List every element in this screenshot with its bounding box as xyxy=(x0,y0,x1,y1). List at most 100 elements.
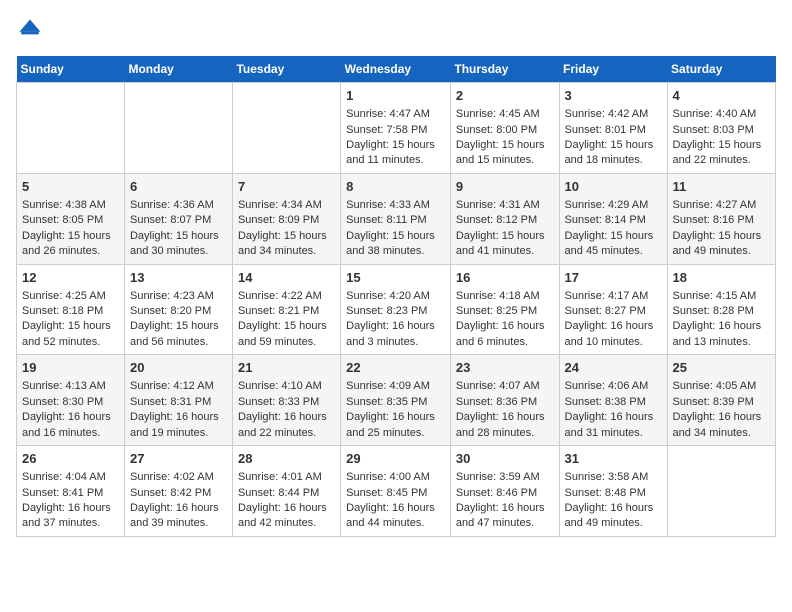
day-info: Sunrise: 4:10 AM xyxy=(238,379,335,394)
calendar-cell: 6Sunrise: 4:36 AMSunset: 8:07 PMDaylight… xyxy=(124,173,232,264)
day-info: Sunset: 8:44 PM xyxy=(238,486,335,501)
calendar-cell: 14Sunrise: 4:22 AMSunset: 8:21 PMDayligh… xyxy=(232,264,340,355)
day-info: Sunset: 8:14 PM xyxy=(565,213,662,228)
calendar-cell: 19Sunrise: 4:13 AMSunset: 8:30 PMDayligh… xyxy=(17,355,125,446)
day-info: Sunrise: 4:20 AM xyxy=(346,289,445,304)
day-number: 28 xyxy=(238,450,335,468)
calendar-cell: 16Sunrise: 4:18 AMSunset: 8:25 PMDayligh… xyxy=(450,264,559,355)
day-info: Sunrise: 4:07 AM xyxy=(456,379,554,394)
day-info: Daylight: 16 hours and 37 minutes. xyxy=(22,501,119,532)
calendar-week-1: 1Sunrise: 4:47 AMSunset: 7:58 PMDaylight… xyxy=(17,83,776,174)
day-info: Sunrise: 4:13 AM xyxy=(22,379,119,394)
day-info: Sunset: 8:38 PM xyxy=(565,395,662,410)
day-number: 3 xyxy=(565,87,662,105)
day-info: Sunset: 8:48 PM xyxy=(565,486,662,501)
calendar-cell: 2Sunrise: 4:45 AMSunset: 8:00 PMDaylight… xyxy=(450,83,559,174)
day-info: Sunrise: 4:36 AM xyxy=(130,198,227,213)
day-number: 31 xyxy=(565,450,662,468)
day-info: Sunset: 8:27 PM xyxy=(565,304,662,319)
day-header-friday: Friday xyxy=(559,56,667,83)
day-info: Sunrise: 4:45 AM xyxy=(456,107,554,122)
calendar-cell xyxy=(667,446,775,537)
day-info: Daylight: 15 hours and 52 minutes. xyxy=(22,319,119,350)
day-info: Daylight: 16 hours and 47 minutes. xyxy=(456,501,554,532)
calendar-cell: 13Sunrise: 4:23 AMSunset: 8:20 PMDayligh… xyxy=(124,264,232,355)
logo xyxy=(16,16,48,44)
day-number: 18 xyxy=(673,269,770,287)
day-number: 17 xyxy=(565,269,662,287)
day-number: 10 xyxy=(565,178,662,196)
day-number: 11 xyxy=(673,178,770,196)
day-info: Sunrise: 4:29 AM xyxy=(565,198,662,213)
calendar-cell: 18Sunrise: 4:15 AMSunset: 8:28 PMDayligh… xyxy=(667,264,775,355)
calendar-table: SundayMondayTuesdayWednesdayThursdayFrid… xyxy=(16,56,776,537)
day-info: Daylight: 16 hours and 42 minutes. xyxy=(238,501,335,532)
day-number: 4 xyxy=(673,87,770,105)
day-info: Sunrise: 4:47 AM xyxy=(346,107,445,122)
day-info: Sunset: 8:03 PM xyxy=(673,123,770,138)
calendar-cell: 10Sunrise: 4:29 AMSunset: 8:14 PMDayligh… xyxy=(559,173,667,264)
day-number: 9 xyxy=(456,178,554,196)
day-info: Sunset: 8:12 PM xyxy=(456,213,554,228)
day-info: Daylight: 16 hours and 22 minutes. xyxy=(238,410,335,441)
calendar-cell: 29Sunrise: 4:00 AMSunset: 8:45 PMDayligh… xyxy=(341,446,451,537)
calendar-cell: 5Sunrise: 4:38 AMSunset: 8:05 PMDaylight… xyxy=(17,173,125,264)
day-number: 26 xyxy=(22,450,119,468)
logo-icon xyxy=(16,16,44,44)
day-header-tuesday: Tuesday xyxy=(232,56,340,83)
calendar-cell: 12Sunrise: 4:25 AMSunset: 8:18 PMDayligh… xyxy=(17,264,125,355)
day-number: 30 xyxy=(456,450,554,468)
day-info: Sunrise: 3:58 AM xyxy=(565,470,662,485)
day-info: Sunset: 8:21 PM xyxy=(238,304,335,319)
calendar-cell xyxy=(232,83,340,174)
day-info: Daylight: 15 hours and 22 minutes. xyxy=(673,138,770,169)
day-info: Daylight: 16 hours and 49 minutes. xyxy=(565,501,662,532)
day-info: Sunset: 8:20 PM xyxy=(130,304,227,319)
day-info: Daylight: 16 hours and 31 minutes. xyxy=(565,410,662,441)
day-info: Daylight: 15 hours and 41 minutes. xyxy=(456,229,554,260)
day-info: Daylight: 15 hours and 30 minutes. xyxy=(130,229,227,260)
calendar-cell: 20Sunrise: 4:12 AMSunset: 8:31 PMDayligh… xyxy=(124,355,232,446)
calendar-week-2: 5Sunrise: 4:38 AMSunset: 8:05 PMDaylight… xyxy=(17,173,776,264)
day-info: Sunrise: 4:09 AM xyxy=(346,379,445,394)
day-header-wednesday: Wednesday xyxy=(341,56,451,83)
day-info: Sunset: 8:30 PM xyxy=(22,395,119,410)
day-number: 23 xyxy=(456,359,554,377)
day-info: Daylight: 16 hours and 10 minutes. xyxy=(565,319,662,350)
day-info: Daylight: 16 hours and 28 minutes. xyxy=(456,410,554,441)
day-info: Daylight: 15 hours and 38 minutes. xyxy=(346,229,445,260)
day-number: 24 xyxy=(565,359,662,377)
day-info: Daylight: 16 hours and 6 minutes. xyxy=(456,319,554,350)
day-info: Sunset: 8:35 PM xyxy=(346,395,445,410)
day-info: Daylight: 15 hours and 26 minutes. xyxy=(22,229,119,260)
day-info: Sunrise: 4:17 AM xyxy=(565,289,662,304)
day-number: 15 xyxy=(346,269,445,287)
day-info: Sunrise: 4:18 AM xyxy=(456,289,554,304)
day-info: Sunrise: 4:01 AM xyxy=(238,470,335,485)
calendar-cell: 9 Sunrise: 4:31 AMSunset: 8:12 PMDaylight… xyxy=(450,173,559,264)
day-header-saturday: Saturday xyxy=(667,56,775,83)
day-info: Sunset: 8:36 PM xyxy=(456,395,554,410)
calendar-cell: 30Sunrise: 3:59 AMSunset: 8:46 PMDayligh… xyxy=(450,446,559,537)
day-info: Sunset: 7:58 PM xyxy=(346,123,445,138)
day-info: Sunrise: 4:15 AM xyxy=(673,289,770,304)
day-number: 2 xyxy=(456,87,554,105)
day-info: Sunset: 8:16 PM xyxy=(673,213,770,228)
day-info: Sunrise: 3:59 AM xyxy=(456,470,554,485)
calendar-week-5: 26Sunrise: 4:04 AMSunset: 8:41 PMDayligh… xyxy=(17,446,776,537)
day-number: 16 xyxy=(456,269,554,287)
day-info: Sunset: 8:01 PM xyxy=(565,123,662,138)
calendar-week-4: 19Sunrise: 4:13 AMSunset: 8:30 PMDayligh… xyxy=(17,355,776,446)
day-info: Sunset: 8:39 PM xyxy=(673,395,770,410)
page-header xyxy=(16,16,776,44)
day-info: Sunset: 8:18 PM xyxy=(22,304,119,319)
day-info: Sunrise: 4:31 AM xyxy=(456,198,554,213)
calendar-cell: 22Sunrise: 4:09 AMSunset: 8:35 PMDayligh… xyxy=(341,355,451,446)
day-info: Daylight: 15 hours and 15 minutes. xyxy=(456,138,554,169)
calendar-cell: 4Sunrise: 4:40 AMSunset: 8:03 PMDaylight… xyxy=(667,83,775,174)
day-number: 12 xyxy=(22,269,119,287)
day-info: Sunset: 8:05 PM xyxy=(22,213,119,228)
day-info: Sunrise: 4:38 AM xyxy=(22,198,119,213)
day-header-sunday: Sunday xyxy=(17,56,125,83)
day-info: Sunrise: 4:00 AM xyxy=(346,470,445,485)
